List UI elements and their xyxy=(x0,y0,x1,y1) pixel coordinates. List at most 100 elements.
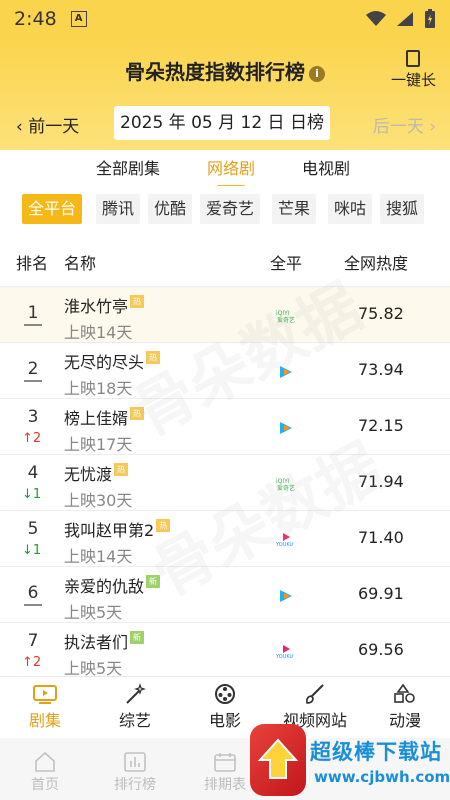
show-name: 无忧渡热 xyxy=(64,461,129,485)
status-icons xyxy=(366,9,436,29)
rank-number: 3 xyxy=(27,407,39,427)
rank-number: 1 xyxy=(22,303,44,326)
shapes-icon xyxy=(394,683,415,703)
page-title-row: 骨朵热度指数排行榜 i xyxy=(0,56,450,85)
ranking-list: 1 淮水竹亭热 上映14天 iQIYI 爱奇艺 75.82 2 无尽的尽头热 上映… xyxy=(0,286,450,678)
platform-filter-row: 全平台 腾讯 优酷 爱奇艺 芒果 咪咕 搜狐 xyxy=(0,186,450,230)
heat-value: 71.40 xyxy=(358,528,404,547)
tab-tv-series[interactable]: 电视剧 xyxy=(302,155,350,179)
category-series[interactable]: 剧集 xyxy=(0,683,90,731)
heat-value: 71.94 xyxy=(358,472,404,491)
table-row[interactable]: 3 ↑2 榜上佳婿热 上映17天 72.15 xyxy=(0,398,450,454)
svg-text:YOUKU: YOUKU xyxy=(276,654,294,659)
tencent-video-logo-icon xyxy=(280,422,292,434)
release-days: 上映5天 xyxy=(64,603,123,622)
tab-web-series[interactable]: 网络剧 xyxy=(207,155,255,188)
rank-change-down: ↓1 xyxy=(22,487,42,502)
col-name: 名称 xyxy=(64,254,97,273)
calendar-icon xyxy=(214,753,236,772)
brush-icon xyxy=(306,684,324,704)
svg-text:爱奇艺: 爱奇艺 xyxy=(277,316,295,323)
rank-number: 6 xyxy=(22,583,44,606)
show-name: 我叫赵甲第2 热 xyxy=(64,517,171,541)
battery-icon xyxy=(425,9,435,28)
table-row[interactable]: 1 淮水竹亭热 上映14天 iQIYI 爱奇艺 75.82 xyxy=(0,286,450,342)
youku-logo-icon: YOUKU xyxy=(276,533,294,547)
rank-number: 7 xyxy=(27,631,39,651)
status-bar: 2:48 A xyxy=(0,0,450,38)
document-icon xyxy=(406,50,421,67)
rank-number: 5 xyxy=(27,519,39,539)
magic-wand-icon xyxy=(126,683,146,704)
tencent-video-logo-icon xyxy=(280,590,292,602)
page-title: 骨朵热度指数排行榜 xyxy=(125,60,305,84)
download-logo-icon xyxy=(250,724,306,796)
hot-badge: 热 xyxy=(156,519,171,532)
site-logo: 超级棒下载站 www.cjbwh.com xyxy=(250,722,450,800)
table-row[interactable]: 5 ↓1 我叫赵甲第2 热 上映14天 YOUKU 71.40 xyxy=(0,510,450,566)
rank-number: 2 xyxy=(22,359,44,382)
show-name: 亲爱的仇敌新 xyxy=(64,573,161,597)
platform-mango[interactable]: 芒果 xyxy=(272,194,317,224)
prev-day-label: 前一天 xyxy=(28,117,80,137)
svg-text:爱奇艺: 爱奇艺 xyxy=(277,484,295,491)
signal-icon xyxy=(397,12,413,26)
chevron-left-icon: ‹ xyxy=(16,117,29,137)
svg-text:iQIYI: iQIYI xyxy=(276,310,290,317)
table-header: 排名 名称 全平 全网热度 xyxy=(0,236,450,286)
nav-ranking[interactable]: 排行榜 xyxy=(95,752,175,794)
platform-sohu[interactable]: 搜狐 xyxy=(380,194,425,224)
category-variety[interactable]: 综艺 xyxy=(90,683,180,731)
show-name: 淮水竹亭热 xyxy=(64,293,145,317)
hot-badge: 热 xyxy=(146,351,161,364)
type-tabs: 全部剧集 网络剧 电视剧 xyxy=(0,150,450,188)
nav-home[interactable]: 首页 xyxy=(5,752,85,794)
platform-iqiyi[interactable]: 爱奇艺 xyxy=(200,194,261,224)
release-days: 上映14天 xyxy=(64,547,133,566)
platform-tencent[interactable]: 腾讯 xyxy=(96,194,141,224)
wifi-icon xyxy=(366,11,386,26)
next-day-label: 后一天 xyxy=(372,117,424,137)
show-name: 执法者们新 xyxy=(64,629,145,653)
prev-day-button[interactable]: ‹ 前一天 xyxy=(16,112,79,137)
table-row[interactable]: 6 亲爱的仇敌新 上映5天 69.91 xyxy=(0,566,450,622)
svg-text:iQIYI: iQIYI xyxy=(276,478,290,485)
col-heat[interactable]: 全网热度 xyxy=(344,250,408,274)
iqiyi-logo-icon: iQIYI爱奇艺 xyxy=(276,310,295,323)
hot-badge: 热 xyxy=(130,295,145,308)
platform-all[interactable]: 全平台 xyxy=(22,194,83,224)
notification-a-icon: A xyxy=(70,11,87,27)
rank-change-up: ↑2 xyxy=(22,431,42,446)
one-key-button[interactable]: 一键长 xyxy=(391,50,436,90)
site-logo-url: www.cjbwh.com xyxy=(314,768,450,786)
col-platform[interactable]: 全平 xyxy=(270,250,302,274)
platform-youku[interactable]: 优酷 xyxy=(148,194,193,224)
tencent-video-logo-icon xyxy=(280,366,292,378)
platform-migu[interactable]: 咪咕 xyxy=(328,194,373,224)
table-row[interactable]: 2 无尽的尽头热 上映18天 73.94 xyxy=(0,342,450,398)
youku-logo-icon: YOUKU xyxy=(276,645,294,659)
release-days: 上映18天 xyxy=(64,379,133,398)
new-badge: 新 xyxy=(130,631,145,644)
col-rank[interactable]: 排名 xyxy=(16,250,48,274)
show-name: 无尽的尽头热 xyxy=(64,349,161,373)
tab-all-series[interactable]: 全部剧集 xyxy=(96,155,160,179)
table-row[interactable]: 4 ↓1 无忧渡热 上映30天 iQIYI 爱奇艺 71.94 xyxy=(0,454,450,510)
next-day-button[interactable]: 后一天 › xyxy=(373,112,436,137)
info-icon[interactable]: i xyxy=(309,65,325,82)
hot-badge: 热 xyxy=(130,407,145,420)
header: 骨朵热度指数排行榜 i 一键长 ‹ 前一天 2025 年 05 月 12 日 日榜… xyxy=(0,38,450,150)
site-logo-title: 超级棒下载站 xyxy=(310,740,442,764)
heat-value: 75.82 xyxy=(358,304,404,323)
iqiyi-logo-icon: iQIYI爱奇艺 xyxy=(276,478,295,491)
svg-text:YOUKU: YOUKU xyxy=(276,542,294,547)
date-row: ‹ 前一天 2025 年 05 月 12 日 日榜 后一天 › xyxy=(0,106,450,142)
date-picker[interactable]: 2025 年 05 月 12 日 日榜 xyxy=(114,106,330,140)
bar-chart-icon xyxy=(124,752,146,772)
hot-badge: 热 xyxy=(114,463,129,476)
table-row[interactable]: 7 ↑2 执法者们新 上映5天 YOUKU 69.56 xyxy=(0,622,450,678)
show-name: 榜上佳婿热 xyxy=(64,405,145,429)
tv-icon xyxy=(33,685,57,704)
one-key-label: 一键长 xyxy=(390,71,436,89)
heat-value: 72.15 xyxy=(358,416,404,435)
